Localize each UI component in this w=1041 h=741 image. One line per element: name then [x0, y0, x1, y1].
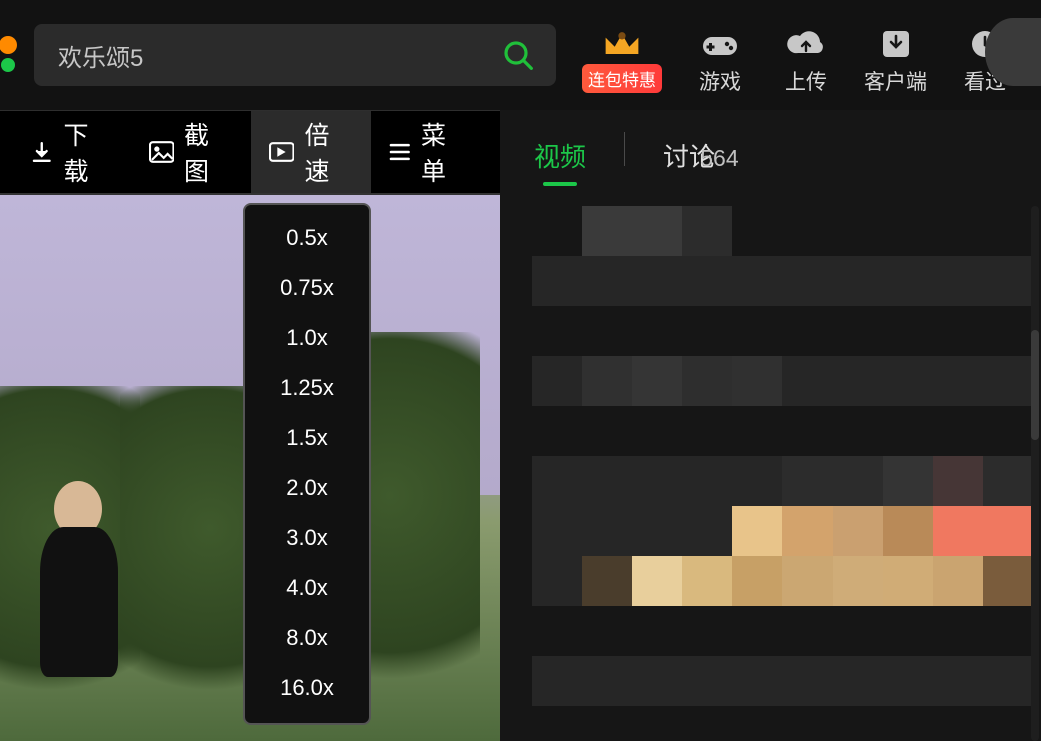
- speed-option[interactable]: 2.0x: [245, 463, 369, 513]
- download-box-icon: [876, 24, 916, 64]
- tab-separator: [624, 132, 625, 166]
- nav-label: 上传: [785, 66, 827, 96]
- tab-discuss[interactable]: 讨论 564: [663, 137, 739, 184]
- header-nav: 连包特惠 游戏 上传 客户端 看过: [582, 14, 1013, 96]
- vip-badge-label: 连包特惠: [582, 64, 662, 93]
- scrollbar-track[interactable]: [1031, 206, 1039, 741]
- player-toolbar: 下载 截图 倍速 菜单: [0, 111, 500, 193]
- gamepad-icon: [700, 24, 740, 64]
- app-logo: [0, 25, 34, 85]
- discuss-count: 564: [700, 145, 738, 171]
- scrollbar-thumb[interactable]: [1031, 330, 1039, 440]
- tool-label: 下载: [64, 116, 113, 188]
- search-button[interactable]: [498, 35, 538, 75]
- crown-icon: [602, 24, 642, 64]
- nav-game[interactable]: 游戏: [692, 24, 748, 96]
- speed-option[interactable]: 0.75x: [245, 263, 369, 313]
- nav-client[interactable]: 客户端: [864, 24, 927, 96]
- nav-label: 客户端: [864, 66, 927, 96]
- cloud-upload-icon: [786, 24, 826, 64]
- app-header: 连包特惠 游戏 上传 客户端 看过: [0, 0, 1041, 110]
- search-input[interactable]: [58, 41, 498, 69]
- tool-label: 倍速: [304, 116, 353, 188]
- right-pane: 视频 讨论 564: [500, 110, 1041, 741]
- speed-option[interactable]: 4.0x: [245, 563, 369, 613]
- content-tabs: 视频 讨论 564: [534, 132, 1041, 184]
- nav-vip[interactable]: 连包特惠: [582, 24, 662, 93]
- speed-button[interactable]: 倍速: [251, 111, 371, 193]
- tab-video[interactable]: 视频: [534, 137, 586, 184]
- speed-option[interactable]: 1.25x: [245, 363, 369, 413]
- download-button[interactable]: 下载: [12, 111, 131, 193]
- nav-upload[interactable]: 上传: [778, 24, 834, 96]
- nav-label: 游戏: [699, 66, 741, 96]
- search-icon: [502, 39, 534, 71]
- tool-label: 菜单: [421, 116, 470, 188]
- tool-label: 截图: [184, 116, 233, 188]
- speed-option[interactable]: 1.0x: [245, 313, 369, 363]
- search-box[interactable]: [34, 24, 556, 86]
- player-pane: 下载 截图 倍速 菜单 0.5x0.75x1.0x1.25x1.5x2.0x3.…: [0, 110, 500, 741]
- avatar[interactable]: [985, 18, 1041, 86]
- screenshot-button[interactable]: 截图: [131, 111, 251, 193]
- speed-option[interactable]: 8.0x: [245, 613, 369, 663]
- speed-option[interactable]: 0.5x: [245, 213, 369, 263]
- speed-icon: [269, 142, 294, 162]
- speed-menu: 0.5x0.75x1.0x1.25x1.5x2.0x3.0x4.0x8.0x16…: [243, 203, 371, 725]
- speed-option[interactable]: 1.5x: [245, 413, 369, 463]
- image-icon: [149, 141, 174, 163]
- video-list-blurred: [532, 206, 1033, 741]
- menu-button[interactable]: 菜单: [371, 111, 488, 193]
- menu-icon: [389, 143, 411, 161]
- download-icon: [30, 140, 54, 164]
- speed-option[interactable]: 3.0x: [245, 513, 369, 563]
- speed-option[interactable]: 16.0x: [245, 663, 369, 713]
